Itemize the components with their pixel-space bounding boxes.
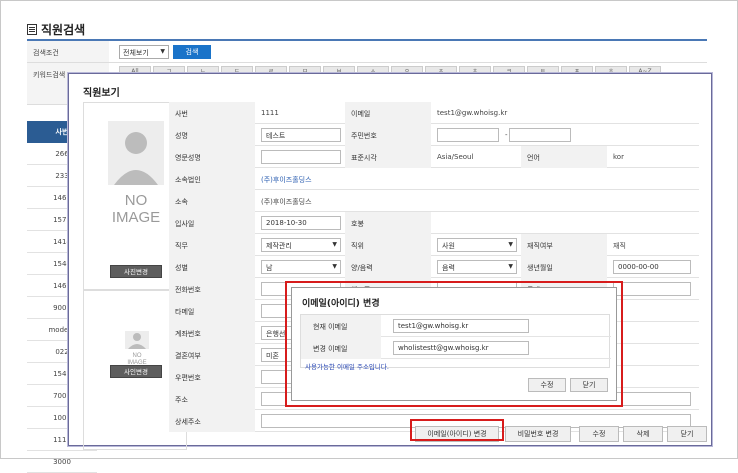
calendar-select[interactable]: 음력 ▼	[437, 260, 517, 274]
resident-no-field-2[interactable]	[509, 128, 571, 142]
list-icon	[27, 24, 37, 35]
email-availability-message: 사용가능한 이메일 주소입니다.	[305, 363, 389, 371]
corp-label: 소속법인	[169, 168, 255, 190]
email-value: test1@gw.whoisg.kr	[437, 109, 508, 117]
search-button[interactable]: 검색	[173, 45, 211, 59]
resident-no-field-1[interactable]	[437, 128, 499, 142]
gender-label: 성별	[169, 256, 255, 278]
new-email-row: 변경 이메일 wholistestt@gw.whoisg.kr	[301, 337, 611, 359]
duty-value: 제작관리	[266, 242, 292, 250]
address-label: 주소	[169, 388, 255, 410]
address-detail-label: 상세주소	[169, 410, 255, 432]
page-title: 직원검색	[27, 21, 85, 38]
other-email-label: 타메일	[169, 300, 255, 322]
modify-button[interactable]: 수정	[579, 426, 619, 442]
zip-label: 우편번호	[169, 366, 255, 388]
phone-label: 전화번호	[169, 278, 255, 300]
gender-select[interactable]: 남 ▼	[261, 260, 341, 274]
page-title-text: 직원검색	[41, 23, 86, 37]
new-email-label: 변경 이메일	[301, 337, 381, 359]
search-condition-row: 검색조건 전체보기 ▼ 검색	[27, 41, 707, 63]
chevron-down-icon: ▼	[508, 241, 513, 248]
marriage-value: 미혼	[266, 352, 279, 360]
no-image-icon: NO IMAGE	[108, 121, 164, 226]
gender-value: 남	[266, 264, 273, 272]
corp-link[interactable]: (주)후이즈홀딩스	[257, 168, 312, 190]
position-label: 직위	[345, 234, 431, 256]
emp-no-value: 1111	[261, 109, 279, 117]
status-label: 재직여부	[521, 234, 607, 256]
form-row-emp-no: 사번 1111 이메일 test1@gw.whoisg.kr	[169, 102, 699, 124]
resident-no-label: 주민번호	[345, 124, 431, 146]
form-row-join-date: 입사일 2018-10-30 호봉	[169, 212, 699, 234]
app-frame: 직원검색 검색조건 전체보기 ▼ 검색 키워드검색 All ㄱ ㄴ ㄷ ㄹ ㅁ …	[0, 0, 738, 473]
search-condition-select[interactable]: 전체보기 ▼	[119, 45, 169, 59]
eng-name-field[interactable]	[261, 150, 341, 164]
join-date-label: 입사일	[169, 212, 255, 234]
form-row-duty: 직무 제작관리 ▼ 직위 사원 ▼ 재직여부 재직	[169, 234, 699, 256]
current-email-row: 현재 이메일 test1@gw.whoisg.kr	[301, 315, 611, 337]
table-row[interactable]: 3000	[27, 451, 97, 473]
modal-title: 직원보기	[83, 88, 120, 99]
calendar-value: 음력	[442, 264, 455, 272]
chevron-down-icon: ▼	[508, 263, 513, 270]
form-row-eng-name: 영문성명 표준시각 Asia/Seoul 언어 kor	[169, 146, 699, 168]
email-dialog-form: 현재 이메일 test1@gw.whoisg.kr 변경 이메일 wholist…	[300, 314, 611, 371]
photo-change-button[interactable]: 사진변경	[110, 265, 162, 278]
no-image-text-1: NO	[125, 192, 148, 209]
no-image-text-small-1: NO	[133, 353, 142, 359]
status-value: 재직	[613, 242, 626, 250]
sign-change-button[interactable]: 사인변경	[110, 365, 162, 378]
duty-select[interactable]: 제작관리 ▼	[261, 238, 341, 252]
form-row-gender: 성별 남 ▼ 양/음력 음력 ▼ 생년월일 0000-00-00	[169, 256, 699, 278]
no-image-icon-small: NO IMAGE	[125, 331, 149, 365]
attend-id-field[interactable]	[613, 282, 691, 296]
new-email-field[interactable]: wholistestt@gw.whoisg.kr	[393, 341, 529, 355]
email-modify-button[interactable]: 수정	[528, 378, 566, 392]
no-image-text-2: IMAGE	[112, 209, 160, 226]
email-change-dialog: 이메일(아이디) 변경 현재 이메일 test1@gw.whoisg.kr 변경…	[291, 287, 617, 401]
email-close-button[interactable]: 닫기	[570, 378, 608, 392]
form-row-dept: 소속 (주)후이즈홀딩스	[169, 190, 699, 212]
marriage-label: 결혼여부	[169, 344, 255, 366]
account-label: 계좌번호	[169, 322, 255, 344]
current-email-field[interactable]: test1@gw.whoisg.kr	[393, 319, 529, 333]
salary-step-label: 호봉	[345, 212, 431, 234]
search-condition-value: 전체보기	[123, 49, 149, 57]
close-button[interactable]: 닫기	[667, 426, 707, 442]
chevron-down-icon: ▼	[332, 263, 337, 270]
email-label: 이메일	[345, 102, 431, 124]
timezone-label: 표준시각	[345, 146, 431, 168]
search-condition-label: 검색조건	[27, 41, 109, 62]
delete-button[interactable]: 삭제	[623, 426, 663, 442]
birth-field[interactable]: 0000-00-00	[613, 260, 691, 274]
highlight-change-email	[410, 419, 504, 441]
duty-label: 직무	[169, 234, 255, 256]
change-password-button[interactable]: 비밀번호 변경	[505, 426, 571, 442]
eng-name-label: 영문성명	[169, 146, 255, 168]
name-field[interactable]: 테스트	[261, 128, 341, 142]
emp-no-label: 사번	[169, 102, 255, 124]
position-select[interactable]: 사원 ▼	[437, 238, 517, 252]
calendar-label: 양/음력	[345, 256, 431, 278]
chevron-down-icon: ▼	[160, 48, 165, 55]
timezone-value: Asia/Seoul	[437, 153, 474, 161]
email-dialog-title: 이메일(아이디) 변경	[302, 299, 380, 309]
chevron-down-icon: ▼	[332, 241, 337, 248]
name-label: 성명	[169, 124, 255, 146]
birth-label: 생년월일	[521, 256, 607, 278]
position-value: 사원	[442, 242, 455, 250]
form-row-name: 성명 테스트 주민번호 -	[169, 124, 699, 146]
resident-no-separator: -	[505, 131, 508, 139]
join-date-field[interactable]: 2018-10-30	[261, 216, 341, 230]
dept-value: (주)후이즈홀딩스	[261, 198, 312, 206]
current-email-label: 현재 이메일	[301, 315, 381, 337]
form-row-corp: 소속법인 (주)후이즈홀딩스	[169, 168, 699, 190]
language-label: 언어	[521, 146, 607, 168]
language-value: kor	[613, 153, 624, 161]
dept-label: 소속	[169, 190, 255, 212]
